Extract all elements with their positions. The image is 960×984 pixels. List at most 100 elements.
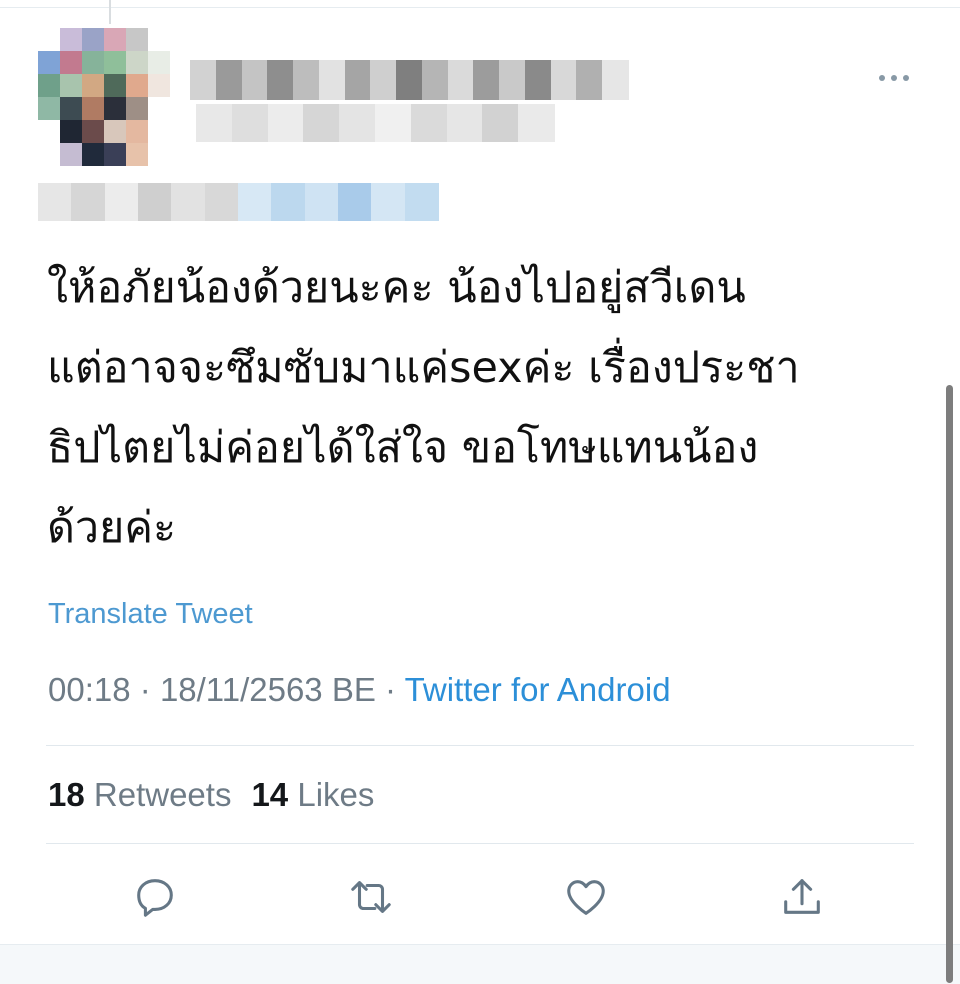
avatar-pixel: [82, 120, 104, 143]
blur-segment: [396, 60, 423, 100]
blur-segment: [576, 60, 604, 100]
blur-segment: [524, 60, 552, 100]
more-options-button[interactable]: [872, 66, 916, 90]
blur-segment: [267, 60, 295, 100]
reply-icon: [137, 879, 173, 917]
tweet-source-link[interactable]: Twitter for Android: [405, 671, 671, 708]
blur-segment: [404, 183, 439, 221]
retweet-button[interactable]: [346, 872, 396, 922]
avatar-pixel: [126, 28, 148, 51]
separator: ·: [385, 671, 397, 708]
avatar-pixel: [60, 120, 82, 143]
blur-segment: [271, 183, 306, 221]
blur-segment: [410, 104, 448, 142]
separator: ·: [139, 671, 151, 708]
more-icon-dot: [903, 75, 909, 81]
share-button[interactable]: [777, 872, 827, 922]
blur-segment: [304, 183, 339, 221]
top-divider: [0, 7, 960, 8]
avatar-pixel: [60, 143, 82, 166]
avatar-pixel: [126, 74, 148, 97]
blur-segment: [344, 60, 372, 100]
blur-segment: [204, 183, 239, 221]
scrollbar[interactable]: [946, 385, 953, 983]
blur-segment: [215, 60, 243, 100]
blur-segment: [267, 104, 305, 142]
avatar-pixel: [60, 28, 82, 51]
blur-segment: [421, 60, 449, 100]
avatar-pixel: [126, 97, 148, 120]
more-icon-dot: [891, 75, 897, 81]
avatar-pixel: [82, 97, 104, 120]
avatar-pixel: [104, 120, 126, 143]
next-tweet-area: [0, 944, 960, 984]
blur-segment: [293, 60, 320, 100]
retweet-icon: [351, 881, 391, 913]
avatar-pixel: [60, 51, 82, 74]
avatar-pixel: [82, 51, 104, 74]
blur-segment: [190, 60, 217, 100]
translate-tweet-link[interactable]: Translate Tweet: [48, 598, 253, 631]
tweet-time: 00:18: [48, 671, 131, 708]
avatar-pixel: [126, 143, 148, 166]
retweets-stat[interactable]: 18 Retweets: [48, 776, 231, 813]
blur-segment: [318, 60, 346, 100]
heart-icon: [567, 880, 605, 915]
blur-segment: [104, 183, 139, 221]
blur-segment: [371, 183, 406, 221]
tweet-date: 18/11/2563 BE: [159, 671, 376, 708]
avatar-pixel: [104, 51, 126, 74]
display-name-blurred[interactable]: [190, 60, 629, 100]
reply-button[interactable]: [130, 872, 180, 922]
blur-segment: [171, 183, 206, 221]
blur-segment: [241, 60, 269, 100]
avatar[interactable]: [38, 28, 170, 166]
avatar-pixel: [38, 97, 60, 120]
blur-segment: [518, 104, 555, 142]
avatar-pixel: [60, 97, 82, 120]
blur-segment: [339, 104, 376, 142]
blur-segment: [446, 104, 484, 142]
likes-count: 14: [251, 776, 289, 813]
engagement-stats: 18 Retweets 14 Likes: [48, 776, 374, 814]
thread-line: [109, 0, 111, 24]
share-icon: [784, 879, 820, 914]
blur-segment: [231, 104, 269, 142]
blur-segment: [375, 104, 412, 142]
likes-stat[interactable]: 14 Likes: [251, 776, 374, 813]
avatar-pixel: [148, 74, 170, 97]
likes-label: Likes: [297, 776, 375, 813]
avatar-pixel: [126, 51, 148, 74]
blur-segment: [482, 104, 520, 142]
blur-segment: [303, 104, 341, 142]
avatar-pixel: [60, 74, 82, 97]
avatar-pixel: [82, 28, 104, 51]
blur-segment: [138, 183, 173, 221]
avatar-pixel: [126, 120, 148, 143]
blur-segment: [602, 60, 629, 100]
divider: [46, 745, 914, 746]
blur-segment: [238, 183, 273, 221]
avatar-pixel: [38, 51, 60, 74]
blur-segment: [370, 60, 398, 100]
avatar-pixel: [38, 74, 60, 97]
tweet-metadata: 00:18 · 18/11/2563 BE · Twitter for Andr…: [48, 671, 671, 709]
avatar-pixel: [104, 28, 126, 51]
retweets-label: Retweets: [93, 776, 232, 813]
blur-segment: [473, 60, 501, 100]
blur-segment: [499, 60, 526, 100]
avatar-pixel: [104, 143, 126, 166]
avatar-pixel: [82, 143, 104, 166]
avatar-pixel: [148, 51, 170, 74]
replying-to-blurred[interactable]: [38, 183, 439, 221]
blur-segment: [196, 104, 233, 142]
blur-segment: [71, 183, 106, 221]
avatar-pixel: [104, 74, 126, 97]
username-blurred[interactable]: [196, 104, 555, 142]
tweet-text: ให้อภัยน้องด้วยนะคะ น้องไปอยู่สวีเดน แต่…: [47, 263, 800, 553]
divider: [46, 843, 914, 844]
like-button[interactable]: [561, 872, 611, 922]
blur-segment: [447, 60, 475, 100]
avatar-pixel: [82, 74, 104, 97]
blur-segment: [38, 183, 73, 221]
